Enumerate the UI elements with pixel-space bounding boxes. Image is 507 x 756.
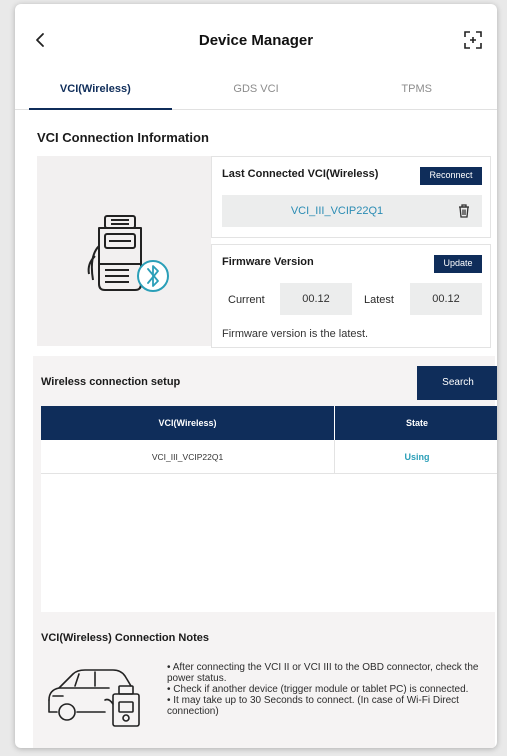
note-item: • After connecting the VCI II or VCI III…: [167, 662, 479, 684]
device-image-panel: [37, 156, 211, 346]
firmware-latest-label: Latest: [364, 294, 394, 306]
firmware-status-text: Firmware version is the latest.: [222, 328, 369, 340]
reconnect-button[interactable]: Reconnect: [420, 167, 482, 185]
vci-bluetooth-device-icon: [87, 215, 169, 292]
top-bar: Device Manager: [15, 4, 497, 70]
connection-notes-panel: VCI(Wireless) Connection Notes • After c…: [33, 618, 495, 748]
firmware-latest-value: 00.12: [410, 283, 482, 315]
last-connected-vci-name: VCI_III_VCIP22Q1: [290, 205, 384, 217]
vci-table: VCI(Wireless) State VCI_III_VCIP22Q1 Usi…: [41, 406, 497, 612]
firmware-current-label: Current: [228, 294, 265, 306]
firmware-current-value: 00.12: [280, 283, 352, 315]
table-row[interactable]: VCI_III_VCIP22Q1 Using: [41, 440, 497, 474]
search-button[interactable]: Search: [417, 366, 497, 400]
column-header-vci: VCI(Wireless): [41, 406, 335, 440]
last-connected-card: Last Connected VCI(Wireless) Reconnect V…: [211, 156, 491, 238]
app-screen: Device Manager VCI(Wireless) GDS VCI TPM…: [15, 4, 497, 748]
table-header: VCI(Wireless) State: [41, 406, 497, 440]
tab-gds-vci[interactable]: GDS VCI: [176, 70, 337, 109]
wireless-setup-panel: Wireless connection setup Search VCI(Wir…: [33, 356, 497, 618]
table-cell-vci: VCI_III_VCIP22Q1: [41, 440, 335, 474]
trash-icon: [459, 204, 469, 218]
connection-info-title: VCI Connection Information: [37, 130, 209, 145]
delete-vci-button[interactable]: [456, 203, 472, 219]
last-connected-vci-box: VCI_III_VCIP22Q1: [222, 195, 482, 227]
column-header-state: State: [405, 418, 428, 428]
car-obd-connector-icon: [48, 669, 140, 727]
firmware-card: Firmware Version Update Current 00.12 La…: [211, 244, 491, 348]
note-item: • Check if another device (trigger modul…: [167, 684, 469, 695]
connection-notes-list: • After connecting the VCI II or VCI III…: [167, 662, 489, 717]
firmware-title: Firmware Version: [222, 256, 314, 268]
tab-tpms[interactable]: TPMS: [336, 70, 497, 109]
update-button[interactable]: Update: [434, 255, 482, 273]
expand-icon: [464, 31, 482, 49]
tab-vci-wireless[interactable]: VCI(Wireless): [15, 70, 176, 110]
last-connected-title: Last Connected VCI(Wireless): [222, 168, 379, 180]
page-title: Device Manager: [198, 32, 314, 49]
wireless-setup-title: Wireless connection setup: [41, 376, 181, 388]
expand-button[interactable]: [461, 28, 485, 52]
tab-bar: VCI(Wireless) GDS VCI TPMS: [15, 70, 497, 110]
connection-notes-title: VCI(Wireless) Connection Notes: [41, 632, 209, 644]
table-cell-state: Using: [404, 452, 430, 462]
note-item: • It may take up to 30 Seconds to connec…: [167, 695, 459, 717]
